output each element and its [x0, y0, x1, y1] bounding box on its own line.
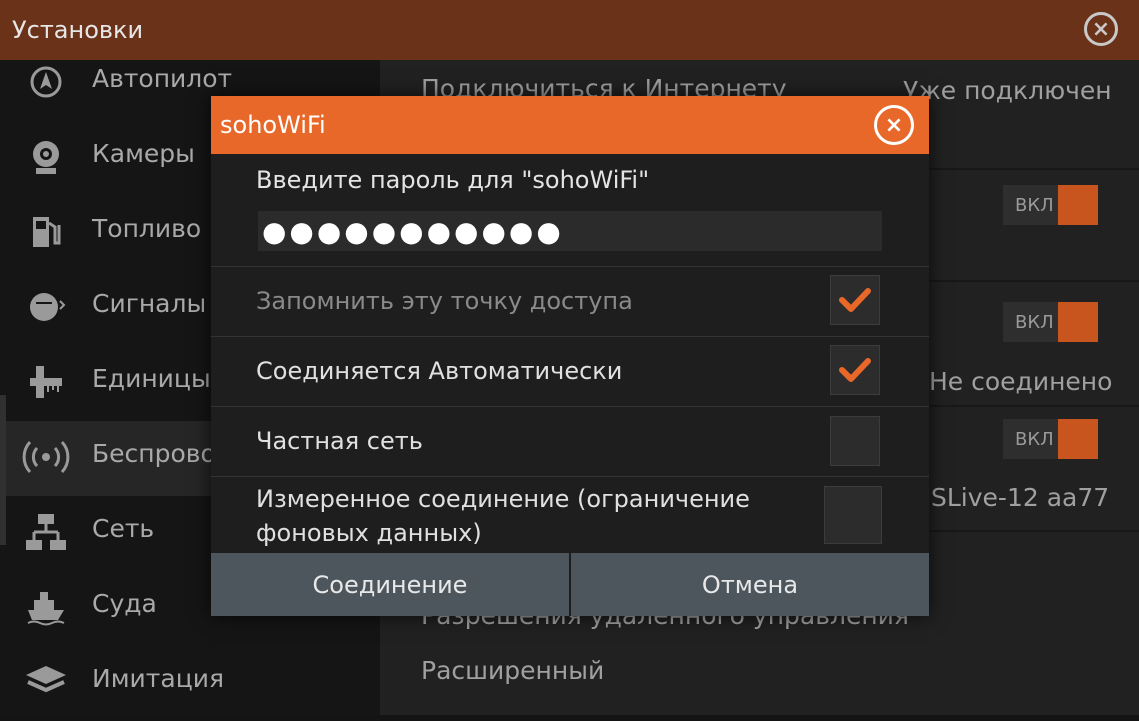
- checkmark-icon: [839, 358, 871, 382]
- network-icon: [22, 512, 70, 552]
- device-name: SLive-12 aa77: [931, 483, 1110, 512]
- remember-access-point-label: Запомнить эту точку доступа: [256, 287, 633, 315]
- row-divider: [211, 406, 929, 407]
- sidebar-item-label: Камеры: [92, 139, 195, 168]
- toggle-knob: [1058, 419, 1098, 459]
- alarm-bell-icon: [22, 287, 70, 327]
- fuel-pump-icon: [22, 212, 70, 252]
- wireless-icon: [22, 437, 70, 477]
- row-divider: [211, 476, 929, 477]
- private-network-checkbox[interactable]: [830, 416, 880, 466]
- metered-connection-checkbox[interactable]: [824, 486, 882, 544]
- sidebar-item-label: Суда: [92, 589, 157, 618]
- vessel-icon: [22, 587, 70, 627]
- remember-access-point-checkbox[interactable]: [830, 275, 880, 325]
- metered-connection-label-line2: фоновых данных): [256, 519, 482, 547]
- sidebar-item-simulation[interactable]: Имитация: [0, 646, 380, 721]
- layers-icon: [22, 662, 70, 702]
- sidebar-item-label: Имитация: [92, 664, 224, 693]
- dialog-header: sohoWiFi ×: [211, 96, 929, 154]
- close-icon: ×: [884, 112, 904, 138]
- toggle-label: ВКЛ: [1015, 195, 1054, 216]
- private-network-label: Частная сеть: [256, 427, 423, 455]
- window-title: Установки: [12, 16, 144, 44]
- toggle-label: ВКЛ: [1015, 312, 1054, 333]
- toggle-switch[interactable]: ВКЛ: [1003, 419, 1098, 459]
- toggle-switch[interactable]: ВКЛ: [1003, 302, 1098, 342]
- autopilot-icon: [22, 62, 70, 102]
- row-divider: [211, 266, 929, 267]
- connect-button[interactable]: Соединение: [211, 553, 569, 616]
- camera-icon: [22, 137, 70, 177]
- row-divider: [211, 336, 929, 337]
- window-close-button[interactable]: ×: [1084, 12, 1118, 46]
- checkmark-icon: [839, 288, 871, 312]
- password-prompt: Введите пароль для "sohoWiFi": [256, 166, 650, 194]
- toggle-label: ВКЛ: [1015, 429, 1054, 450]
- sidebar-scrollbar[interactable]: [0, 395, 6, 545]
- sidebar-item-label: Единицы: [92, 364, 211, 393]
- sidebar-item-label: Сигналы: [92, 289, 207, 318]
- dialog-title: sohoWiFi: [220, 111, 326, 139]
- toggle-knob: [1058, 302, 1098, 342]
- toggle-knob: [1058, 185, 1098, 225]
- dialog-close-button[interactable]: ×: [874, 105, 914, 145]
- connect-internet-status: Уже подключен: [903, 76, 1112, 105]
- advanced-settings[interactable]: Расширенный: [421, 656, 604, 685]
- sidebar-item-label: Автопилот: [92, 64, 233, 93]
- close-icon: ×: [1091, 16, 1111, 42]
- sidebar-item-label: Топливо: [92, 214, 202, 243]
- toggle-switch[interactable]: ВКЛ: [1003, 185, 1098, 225]
- auto-connect-label: Соединяется Автоматически: [256, 357, 623, 385]
- dialog-button-bar: Соединение Отмена: [211, 553, 929, 616]
- auto-connect-checkbox[interactable]: [830, 345, 880, 395]
- metered-connection-label-line1: Измеренное соединение (ограничение: [256, 485, 750, 513]
- ruler-icon: [22, 362, 70, 402]
- connection-status: Не соединено: [929, 367, 1113, 396]
- cancel-button[interactable]: Отмена: [571, 553, 929, 616]
- sidebar-item-label: Сеть: [92, 514, 155, 543]
- password-input[interactable]: [258, 211, 882, 251]
- wifi-password-dialog: sohoWiFi × Введите пароль для "sohoWiFi"…: [211, 96, 929, 616]
